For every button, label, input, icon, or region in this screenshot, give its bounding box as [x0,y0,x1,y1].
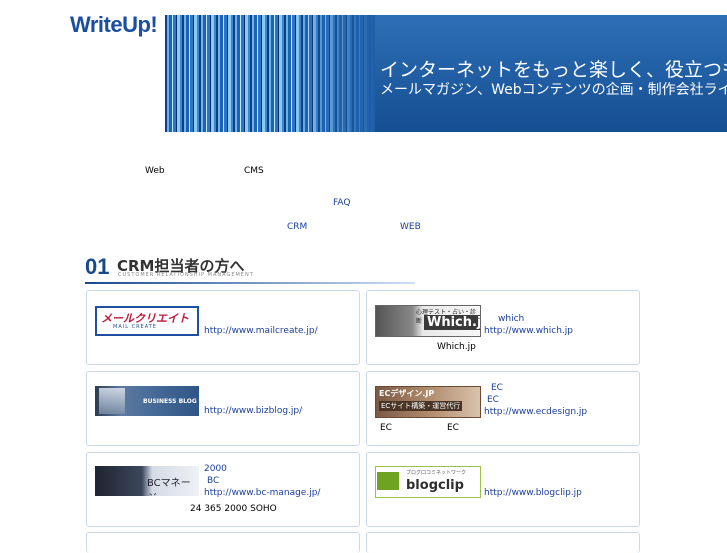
card-next-right [366,532,640,553]
intro-cms: CMS [244,166,264,176]
mailcreate-banner[interactable]: メールクリエイト MAIL CREATE [95,306,199,336]
bcmanage-desc: 24 365 2000 SOHO [190,504,277,514]
blogclip-logo-icon [377,472,399,490]
blogclip-url[interactable]: http://www.blogclip.jp [484,488,582,498]
which-banner[interactable]: 心理テスト・占い・診断 Which.jp [375,305,481,337]
blogclip-banner[interactable]: ブログ口コミネットワーク blogclip [375,466,481,498]
which-desc: Which.jp [437,342,476,352]
card-next-left [86,532,360,553]
ecdesign-desc2: EC [447,423,459,433]
which-url[interactable]: http://www.which.jp [484,326,573,336]
banner-tagline: インターネットをもっと楽しく、役立つものに [380,59,727,81]
section-subtitle: CUSTOMER RELATIONSHIP MANAGEMENT [118,272,254,278]
bcmanage-label1[interactable]: 2000 [204,464,227,474]
header-banner: インターネットをもっと楽しく、役立つものに メールマガジン、Webコンテンツの企… [165,15,727,132]
section-number: 01 [85,254,110,279]
ecdesign-url[interactable]: http://www.ecdesign.jp [484,407,587,417]
faq-link[interactable]: FAQ [333,198,350,208]
bcmanage-banner[interactable]: BCマネージ [95,466,199,496]
ecdesign-label1[interactable]: EC [491,383,503,393]
card-bcmanage: BCマネージ 2000 BC http://www.bc-manage.jp/ … [86,452,360,527]
intro-web: Web [145,166,165,176]
card-which: 心理テスト・占い・診断 Which.jp which http://www.wh… [366,290,640,365]
card-blogclip: ブログ口コミネットワーク blogclip http://www.blogcli… [366,452,640,527]
writeup-logo[interactable]: WriteUp! [70,12,158,38]
card-mailcreate: メールクリエイト MAIL CREATE http://www.mailcrea… [86,290,360,365]
bcmanage-url[interactable]: http://www.bc-manage.jp/ [204,488,320,498]
card-bizblog: BUSINESS BLOG http://www.bizblog.jp/ [86,371,360,446]
bizblog-banner[interactable]: BUSINESS BLOG [95,386,199,416]
banner-subline: メールマガジン、Webコンテンツの企画・制作会社ライト [380,82,727,98]
bcmanage-label2[interactable]: BC [207,476,219,486]
bizblog-url[interactable]: http://www.bizblog.jp/ [204,406,302,416]
card-ecdesign: ECデザイン.JP ECサイト構築・運営代行 EC EC http://www.… [366,371,640,446]
ecdesign-desc1: EC [380,423,392,433]
which-name[interactable]: which [498,314,524,324]
ecdesign-label2[interactable]: EC [487,395,499,405]
ecdesign-banner[interactable]: ECデザイン.JP ECサイト構築・運営代行 [375,386,481,418]
mailcreate-url[interactable]: http://www.mailcreate.jp/ [204,326,318,336]
web-link[interactable]: WEB [400,222,421,232]
crm-link[interactable]: CRM [287,222,307,232]
